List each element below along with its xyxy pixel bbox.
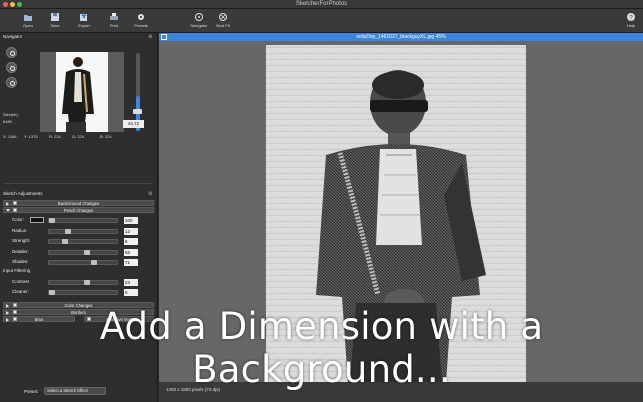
pencil-slider-knob[interactable] [84, 249, 90, 255]
open-label: Open [23, 23, 33, 28]
navigator-gear-icon[interactable]: ⚙ [148, 34, 152, 40]
pencil-value-field[interactable]: 55 [124, 248, 138, 256]
navigator-thumbnail[interactable] [40, 52, 124, 132]
pencil-stepper[interactable] [120, 259, 123, 266]
section-divider [3, 183, 153, 184]
size-label: Size(kb): [3, 112, 19, 117]
export-button[interactable]: Export [73, 12, 95, 28]
pencil-changes-label: Pencil Changes [63, 208, 94, 213]
thumbnail-image [56, 52, 108, 132]
save-icon [50, 12, 60, 22]
g-value: G: 224 [72, 134, 85, 139]
filter-slider-knob[interactable] [84, 280, 90, 285]
size-value: 6480 [3, 119, 12, 124]
print-button[interactable]: Print [103, 12, 125, 28]
pencil-label: Detailer: [12, 248, 29, 254]
filter-slider-knob[interactable] [49, 290, 55, 295]
zoom-value-field[interactable]: 44.72 [123, 120, 144, 128]
nav-fit-button[interactable] [6, 77, 17, 88]
pencil-slider[interactable] [48, 228, 118, 234]
filter-value-field[interactable]: 23 [124, 279, 138, 286]
x-coordinate: X: 1166 [3, 134, 17, 139]
sketch-adjustments-title: Sketch Adjustments [3, 191, 43, 196]
folder-open-icon [23, 12, 33, 22]
help-button[interactable]: ? Help [620, 12, 642, 28]
filter-label: Contrast [12, 279, 30, 284]
pencil-changes-group[interactable]: Pencil Changes [3, 207, 154, 213]
r-value: R: 224 [49, 134, 61, 139]
app-title: SketcherForPhotos [295, 1, 348, 7]
filter-stepper[interactable] [120, 279, 123, 286]
filter-slider[interactable] [48, 290, 118, 295]
filter-stepper[interactable] [120, 289, 123, 296]
nav-zoom-out-button[interactable] [6, 62, 17, 73]
help-icon: ? [626, 12, 636, 22]
pencil-slider-knob[interactable] [65, 228, 71, 234]
sketch-gear-icon[interactable]: ⚙ [148, 191, 152, 197]
promo-caption: Add a Dimension with a Background... [99, 305, 544, 391]
pencil-value-field[interactable]: 100 [124, 217, 138, 224]
best-fit-label: Best Fit [216, 23, 230, 28]
printer-icon [109, 12, 119, 22]
presets-icon [136, 12, 146, 22]
pencil-value-field[interactable]: 6 [124, 238, 138, 245]
nav-zoom-in-button[interactable] [6, 47, 17, 58]
zoom-slider-knob[interactable] [133, 109, 142, 114]
pencil-slider[interactable] [48, 249, 118, 255]
pencil-slider[interactable] [48, 260, 118, 265]
export-label: Export [78, 23, 90, 28]
pencil-slider-knob[interactable] [62, 239, 68, 244]
toolbar: Open Save Export Print Presets Navigator [0, 9, 643, 33]
print-label: Print [109, 23, 119, 28]
best-fit-icon [218, 12, 228, 22]
pencil-stepper[interactable] [120, 217, 123, 224]
pencil-color-swatch[interactable] [30, 217, 44, 223]
export-icon [79, 12, 89, 22]
pencil-label: Strength: [12, 238, 31, 243]
navigator-icon [194, 12, 204, 22]
pencil-label: Radius: [12, 227, 28, 233]
presets-label: Presets [134, 23, 148, 28]
pencil-stepper[interactable] [120, 228, 123, 235]
pencil-label: Shades: [12, 259, 29, 264]
best-fit-button[interactable]: Best Fit [212, 12, 234, 28]
title-bar: SketcherForPhotos [0, 0, 643, 9]
pencil-stepper[interactable] [120, 249, 123, 256]
pencil-label: Color: [12, 217, 25, 222]
help-label: Help [626, 23, 636, 28]
input-filtering-title: Input Filtering [3, 268, 31, 273]
filter-slider[interactable] [48, 280, 118, 285]
navigator-label: Navigator [190, 23, 208, 28]
filter-value-field[interactable]: 0 [124, 289, 138, 296]
navigator-title: Navigator [3, 34, 23, 39]
save-button[interactable]: Save [44, 12, 66, 28]
pencil-stepper[interactable] [120, 238, 123, 245]
pencil-slider[interactable] [48, 218, 118, 223]
background-changes-label: BackGround Changes [57, 201, 100, 206]
open-button[interactable]: Open [17, 12, 39, 28]
presets-button[interactable]: Presets [130, 12, 152, 28]
pencil-value-field[interactable]: 71 [124, 259, 138, 266]
filter-label: Cleaner: [12, 289, 30, 294]
image-window-close-button[interactable] [161, 34, 167, 40]
b-value: B: 224 [100, 134, 112, 139]
navigator-button[interactable]: Navigator [188, 12, 210, 28]
image-window-title: reduDsp_1461027_blackguyXL.jpg 45% [159, 33, 643, 41]
background-changes-group[interactable]: BackGround Changes [3, 200, 154, 206]
save-label: Save [50, 23, 60, 28]
pencil-slider-knob[interactable] [49, 218, 55, 223]
pencil-slider-knob[interactable] [91, 260, 97, 265]
y-coordinate: Y: 1375 [24, 134, 38, 139]
pencil-slider[interactable] [48, 239, 118, 244]
pencil-value-field[interactable]: 12 [124, 227, 138, 235]
